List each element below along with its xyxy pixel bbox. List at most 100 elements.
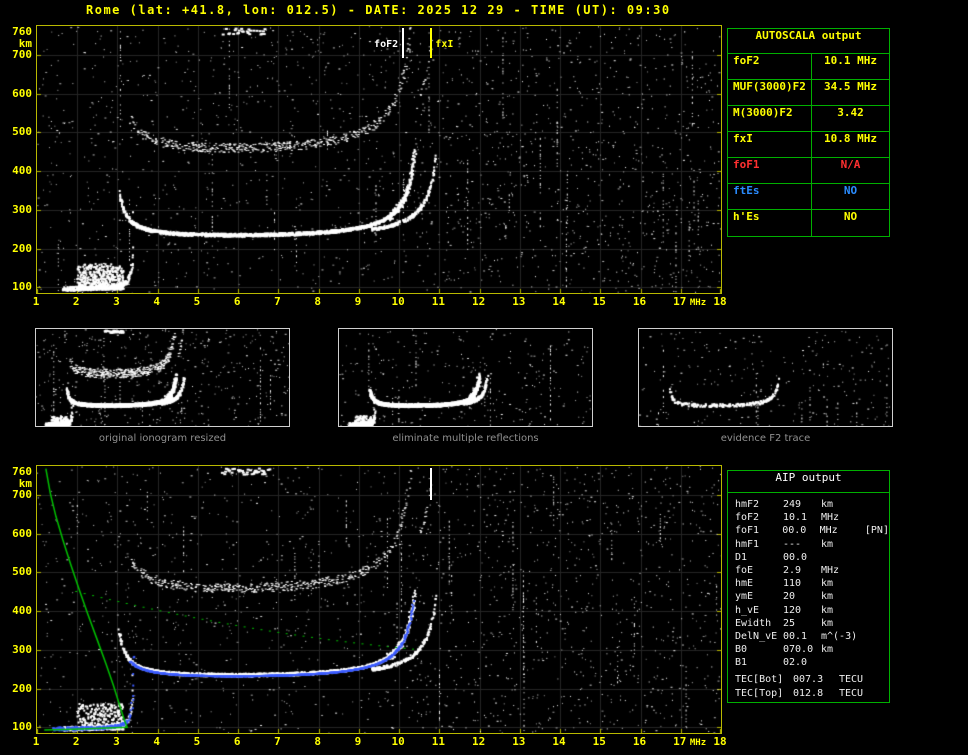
autoscala-param-value: 10.1 MHz	[824, 54, 877, 67]
aip-row: foF2 10.1 MHz	[735, 512, 889, 525]
autoscala-row: foF1 N/A	[728, 158, 889, 184]
y-axis-unit-label: km	[18, 37, 32, 50]
aip-value: 070.0	[783, 644, 814, 656]
aip-row: hmE 110 km	[735, 578, 889, 591]
x-tick-label: 6	[233, 735, 241, 748]
aip-extra	[867, 565, 889, 578]
aip-unit: km	[821, 499, 834, 510]
y-tick-label: 600	[12, 86, 32, 100]
x-tick-label: 13	[512, 735, 526, 748]
aip-unit: km	[821, 617, 834, 629]
top-ionogram-panel: foF2 fxI	[36, 25, 722, 294]
aip-tec-unit: TECU	[839, 674, 864, 686]
aip-extra	[867, 552, 889, 565]
aip-extra	[867, 499, 889, 512]
thumbnail-caption: original ionogram resized	[98, 433, 227, 444]
x-tick-label: 4	[153, 735, 161, 748]
aip-unit: MHz	[819, 525, 838, 537]
aip-extra	[867, 605, 889, 618]
aip-name: h_vE	[735, 604, 760, 616]
x-tick-label: 7	[274, 295, 281, 308]
bottom-ionogram-panel	[36, 465, 722, 734]
aip-value: 20	[783, 591, 796, 603]
x-tick-label: 9	[354, 735, 362, 748]
aip-value: 120	[783, 604, 802, 616]
aip-extra	[867, 512, 889, 525]
top-ionogram-canvas	[37, 26, 721, 293]
autoscala-param-label: h'Es	[728, 210, 812, 236]
aip-unit: km	[821, 578, 834, 590]
trace-end-marker-line	[430, 468, 433, 500]
aip-value: 00.0	[783, 551, 808, 563]
thumbnail-caption: eliminate multiple reflections	[392, 433, 539, 444]
x-tick-label: 2	[72, 295, 80, 308]
aip-value: ---	[783, 538, 802, 550]
bottom-ionogram-canvas	[37, 466, 721, 733]
aip-name: hmF2	[735, 499, 760, 510]
autoscala-param-value: 34.5 MHz	[824, 80, 877, 93]
x-tick-label: 12	[471, 735, 486, 748]
thumbnail-caption: evidence F2 trace	[720, 433, 811, 444]
autoscala-param-label: MUF(3000)F2	[728, 80, 812, 105]
aip-unit	[821, 552, 867, 565]
aip-row: DelN_vE 00.1 m^(-3)	[735, 631, 889, 644]
aip-value: 10.1	[783, 512, 808, 524]
aip-name: B0	[735, 644, 748, 656]
x-tick-label: 3	[113, 735, 120, 748]
aip-row: foF1 00.0 MHz [PN]	[735, 525, 889, 538]
aip-unit: MHz	[821, 512, 840, 524]
autoscala-row: h'Es NO	[728, 210, 889, 236]
autoscala-param-value: NO	[843, 210, 858, 223]
aip-row: h_vE 120 km	[735, 605, 889, 618]
aip-tec-row: TEC[Bot] 007.3 TECU	[735, 674, 889, 687]
aip-unit	[821, 657, 867, 670]
aip-row: B1 02.0	[735, 657, 889, 670]
y-tick-label: 300	[12, 642, 32, 656]
thumbnail-multiples-removed	[338, 328, 593, 427]
x-tick-label: 16	[632, 295, 647, 308]
y-tick-label: 300	[12, 202, 32, 216]
autoscala-row: fxI 10.8 MHz	[728, 132, 889, 158]
aip-unit: km	[821, 538, 834, 550]
x-tick-label: 15	[592, 295, 606, 308]
x-tick-label: 12	[471, 295, 486, 308]
aip-row: B0 070.0 km	[735, 644, 889, 657]
foF2-marker-line	[402, 28, 405, 58]
aip-tec-value: 012.8	[793, 687, 824, 699]
aip-value: 249	[783, 499, 802, 510]
aip-name: foF2	[735, 512, 760, 524]
x-tick-label: 11	[431, 295, 445, 308]
aip-value: 110	[783, 578, 802, 590]
aip-unit: km	[821, 591, 834, 603]
autoscala-param-label: fxI	[728, 132, 812, 157]
aip-name: DelN_vE	[735, 630, 778, 642]
autoscala-param-value: 3.42	[837, 106, 864, 119]
aip-extra	[867, 631, 889, 644]
y-tick-label: 500	[12, 125, 32, 139]
aip-row: Ewidth 25 km	[735, 618, 889, 631]
y-tick-label: 400	[12, 604, 32, 618]
autoscala-row: MUF(3000)F2 34.5 MHz	[728, 80, 889, 106]
autoscala-param-label: M(3000)F2	[728, 106, 812, 131]
aip-value: 00.1	[783, 630, 808, 642]
y-tick-label: 400	[12, 164, 32, 178]
autoscala-param-label: foF2	[728, 54, 812, 79]
aip-table-title: AIP output	[728, 471, 889, 493]
aip-tec-name: TEC[Bot]	[735, 674, 784, 686]
x-tick-label: 16	[632, 735, 647, 748]
x-tick-label: 7	[274, 735, 281, 748]
thumbnail-original-canvas	[36, 329, 289, 426]
x-tick-label: 9	[354, 295, 362, 308]
aip-name: ymE	[735, 591, 754, 603]
y-tick-label: 500	[12, 565, 32, 579]
autoscala-param-value: 10.8 MHz	[824, 132, 877, 145]
x-tick-label: 3	[113, 295, 120, 308]
x-tick-label: 8	[314, 295, 321, 308]
x-tick-label: 1	[32, 295, 40, 308]
aip-table-rows: hmF2 249 km foF2 10.1 MHz foF1 00.0 MHz [PN] hmF1 -…	[728, 493, 889, 670]
aip-extra	[867, 578, 889, 591]
x-tick-label: 2	[72, 735, 80, 748]
aip-row: foE 2.9 MHz	[735, 565, 889, 578]
autoscala-table-title: AUTOSCALA output	[728, 29, 889, 54]
autoscala-row: foF2 10.1 MHz	[728, 54, 889, 80]
